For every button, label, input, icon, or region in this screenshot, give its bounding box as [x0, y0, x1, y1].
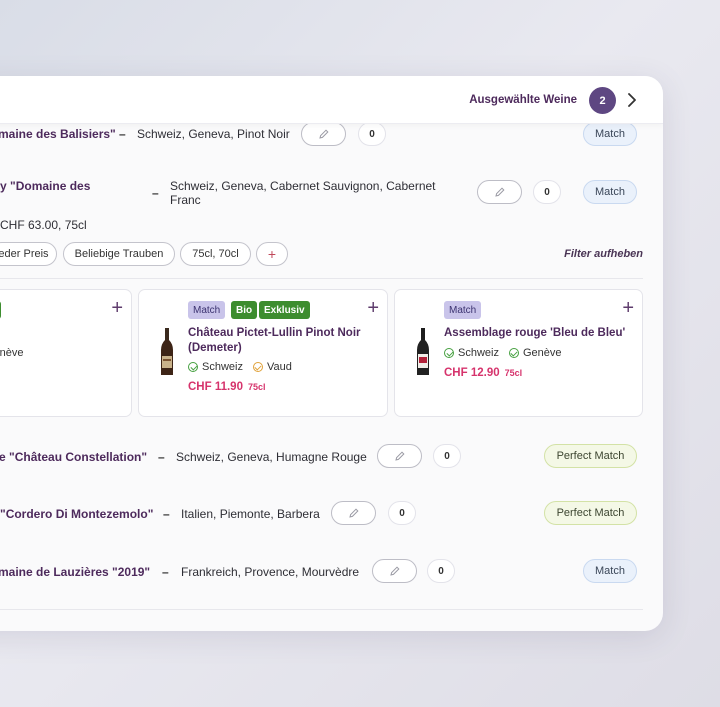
edit-button[interactable] [377, 444, 422, 468]
selection-header: Ausgewählte Weine 2 [0, 76, 663, 124]
wine-name[interactable]: "Cordero Di Montezemolo" [0, 507, 153, 521]
region-label: Genève [522, 347, 562, 359]
separator-dash: – [152, 186, 159, 200]
check-icon [508, 348, 519, 358]
quantity-field[interactable]: 0 [388, 501, 416, 525]
pencil-icon [394, 451, 405, 461]
region-list: Schweiz Genève [444, 347, 562, 359]
wine-title[interactable]: Château Pictet-Lullin Pinot Noir [188, 326, 361, 341]
region-list: Schweiz Vaud [188, 361, 292, 373]
add-wine-button[interactable]: + [111, 298, 123, 318]
wine-bottle-image [417, 328, 429, 375]
selection-panel: Ausgewählte Weine 2 maine des Balisiers"… [0, 76, 663, 631]
price-info: CHF 63.00, 75cl [0, 218, 87, 232]
wine-card[interactable]: Match + Assemblage rouge 'Bleu de Bleu' … [394, 289, 643, 417]
wine-title[interactable]: Assemblage rouge 'Bleu de Bleu' [444, 326, 625, 341]
wine-card[interactable]: Match Bio Exklusiv + Château Pictet-Lull… [138, 289, 388, 417]
wine-name[interactable]: maine des Balisiers" [0, 127, 116, 141]
pencil-icon [389, 566, 400, 576]
separator-dash: – [162, 565, 169, 579]
check-icon [444, 348, 454, 358]
country-label: Schweiz [202, 361, 243, 373]
region-label: Vaud [266, 361, 292, 373]
wine-meta: Schweiz, Geneva, Humagne Rouge [176, 450, 367, 464]
wine-card[interactable]: usiv + Genève 5cl [0, 289, 132, 417]
edit-button[interactable] [331, 501, 376, 525]
divider [0, 609, 643, 610]
add-wine-button[interactable]: + [367, 298, 379, 318]
add-filter-button[interactable]: + [256, 242, 288, 266]
wine-bottle-image [161, 328, 173, 375]
pencil-icon [318, 129, 329, 139]
pencil-icon [348, 508, 359, 518]
tag-exclusive: Exklusiv [259, 301, 310, 319]
edit-button[interactable] [477, 180, 522, 204]
separator-dash: – [119, 127, 126, 141]
quantity-field[interactable]: 0 [427, 559, 455, 583]
edit-button[interactable] [372, 559, 417, 583]
match-badge: Match [583, 559, 637, 583]
wine-meta: Italien, Piemonte, Barbera [181, 507, 320, 521]
selected-wines-label[interactable]: Ausgewählte Weine [469, 94, 577, 106]
tag-bio: Bio [231, 301, 258, 319]
tag-match: Match [188, 301, 226, 319]
match-badge: Match [583, 122, 637, 146]
perfect-match-badge: Perfect Match [544, 501, 637, 525]
wine-price: CHF 12.90 75cl [444, 367, 523, 379]
divider [0, 278, 643, 279]
quantity-field[interactable]: 0 [358, 122, 386, 146]
check-icon [188, 362, 198, 372]
wine-price: CHF 11.90 75cl [188, 381, 266, 393]
wine-meta-cont: Franc [170, 193, 201, 207]
wine-name[interactable]: e "Château Constellation" [0, 450, 147, 464]
match-badge: Match [583, 180, 637, 204]
tag-match: Match [444, 301, 482, 319]
tag-exclusive: usiv [0, 301, 2, 319]
edit-button[interactable] [301, 122, 346, 146]
chevron-right-icon[interactable] [625, 91, 639, 109]
wine-meta: Schweiz, Geneva, Cabernet Sauvignon, Cab… [170, 179, 436, 193]
wine-title-cont[interactable]: (Demeter) [188, 341, 242, 356]
region-label: Genève [0, 347, 24, 359]
grape-filter-chip[interactable]: Beliebige Trauben [63, 242, 175, 266]
separator-dash: – [163, 507, 170, 521]
wine-meta: Frankreich, Provence, Mourvèdre [181, 565, 360, 579]
selected-count-badge[interactable]: 2 [589, 87, 616, 114]
region-list: Genève [0, 347, 24, 359]
pencil-icon [494, 187, 505, 197]
clear-filters-link[interactable]: Filter aufheben [564, 248, 643, 260]
check-icon [252, 362, 263, 372]
price-filter-chip[interactable]: eder Preis [0, 242, 57, 266]
perfect-match-badge: Perfect Match [544, 444, 637, 468]
wine-meta: Schweiz, Geneva, Pinot Noir [137, 127, 290, 141]
separator-dash: – [158, 450, 165, 464]
wine-name[interactable]: maine de Lauzières "2019" [0, 565, 150, 579]
quantity-field[interactable]: 0 [433, 444, 461, 468]
country-label: Schweiz [458, 347, 499, 359]
wine-name[interactable]: y "Domaine des [0, 179, 90, 193]
quantity-field[interactable]: 0 [533, 180, 561, 204]
size-filter-chip[interactable]: 75cl, 70cl [180, 242, 251, 266]
add-wine-button[interactable]: + [622, 298, 634, 318]
